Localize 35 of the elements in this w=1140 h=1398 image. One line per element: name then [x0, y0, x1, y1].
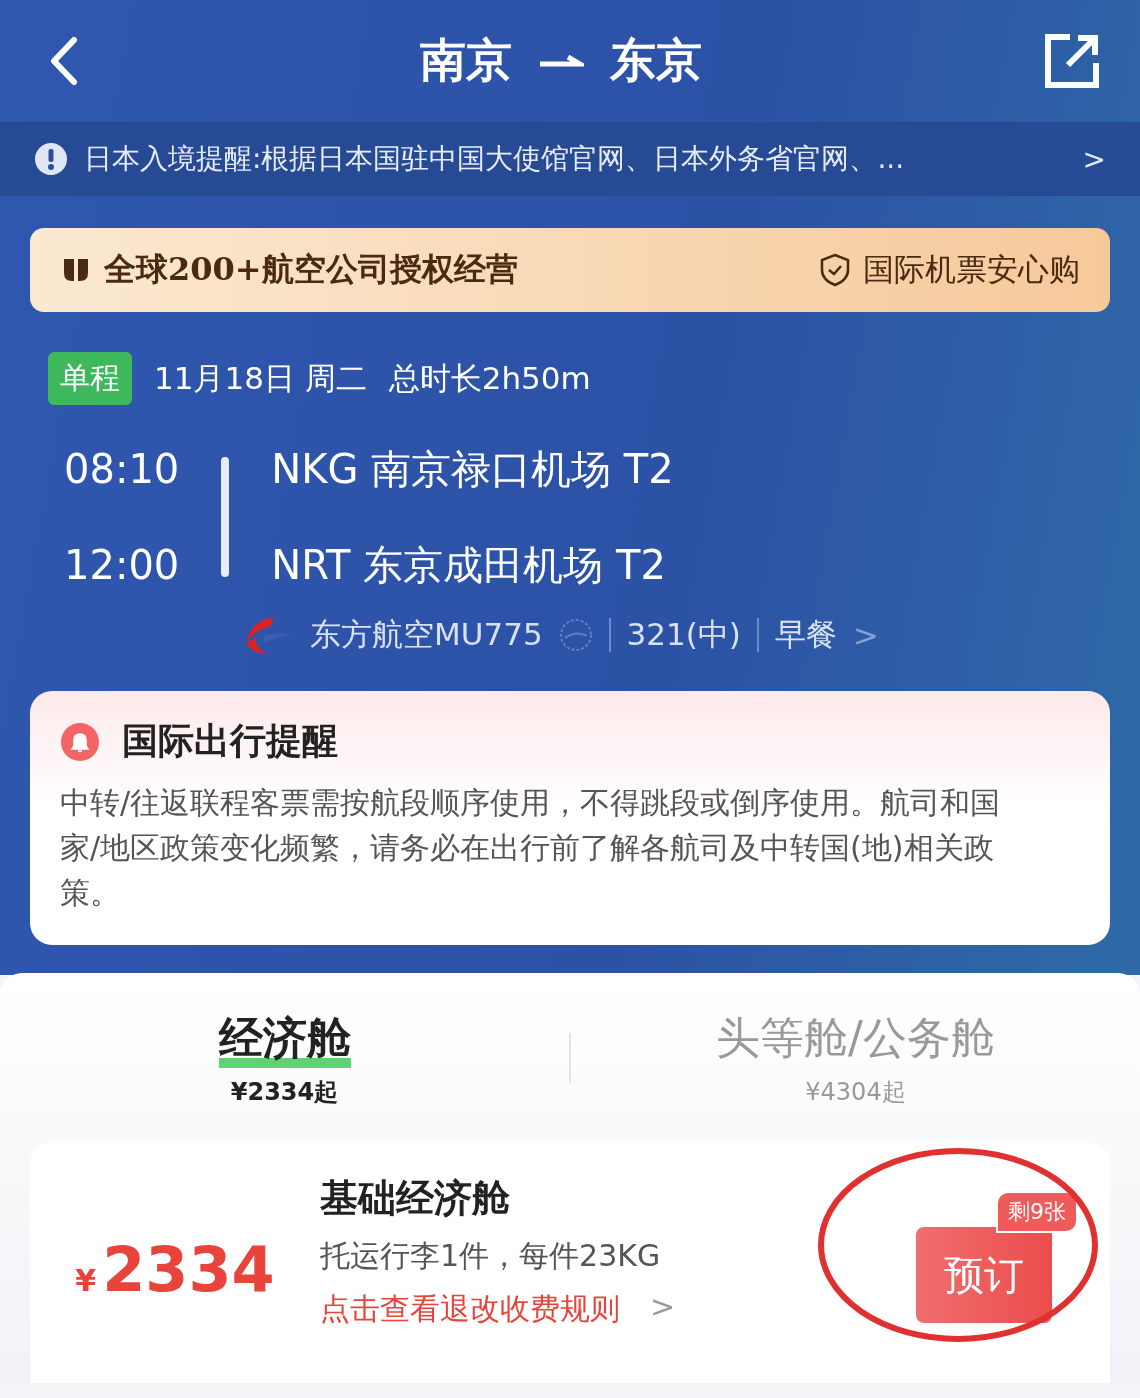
flight-date: 11月18日 周二	[154, 358, 367, 398]
chevron-icon: >	[650, 1289, 676, 1330]
book-button[interactable]: 预订	[916, 1227, 1052, 1323]
chevron-icon: >	[1082, 142, 1106, 176]
airport-text: NRT 东京成田机场 T2	[271, 541, 667, 590]
aircraft-type: 321(中)	[626, 615, 741, 654]
fare-name: 基础经济舱	[320, 1175, 511, 1222]
bell-icon	[60, 721, 100, 762]
shield-icon	[819, 253, 851, 287]
baggage-text: 托运行李1件，每件23KG	[320, 1237, 662, 1275]
notice-text: 日本入境提醒:根据日本国驻中国大使馆官网、日本外务省官网、...	[84, 141, 906, 177]
share-icon[interactable]	[1044, 33, 1100, 89]
destination-city: 东京	[610, 32, 702, 89]
time-text: 08:10	[64, 445, 180, 494]
airport-text: NKG 南京禄口机场 T2	[271, 445, 674, 494]
banner-text: 国际机票安心购	[863, 250, 1080, 289]
fare-price: ¥2334	[74, 1233, 276, 1306]
alliance-icon	[558, 618, 593, 652]
origin-city: 南京	[420, 32, 512, 89]
cabin-tab[interactable]: 头等舱/公务舱 ¥4304起	[571, 1008, 1140, 1108]
time-text: 12:00	[64, 541, 180, 590]
reminder-title: 国际出行提醒	[122, 719, 338, 763]
flight-number: 东方航空MU775	[310, 615, 543, 654]
reminder-text: 中转/往返联程客票需按航段顺序使用，不得跳段或倒序使用。航司和国家/地区政策变化频繁，请务必在出行前了解各航司及中转国(地)相关政策。	[60, 784, 1002, 912]
alert-icon	[34, 142, 68, 176]
banner-text: 全球200+航空公司授权经营	[104, 249, 518, 290]
notice-bar[interactable]: 日本入境提醒:根据日本国驻中国大使馆官网、日本外务省官网、... >	[0, 122, 1140, 196]
chevron-icon: >	[852, 617, 879, 653]
rules-link[interactable]: 点击查看退改收费规则	[320, 1289, 620, 1330]
meal-text[interactable]: 早餐	[774, 614, 837, 656]
cabin-tab[interactable]: 经济舱 ¥2334起	[0, 1008, 569, 1108]
remaining-badge: 剩9张	[996, 1191, 1078, 1233]
duration-text: 总时长2h50m	[388, 358, 591, 398]
back-icon[interactable]	[48, 36, 78, 86]
one-way-tag: 单程	[48, 352, 132, 405]
